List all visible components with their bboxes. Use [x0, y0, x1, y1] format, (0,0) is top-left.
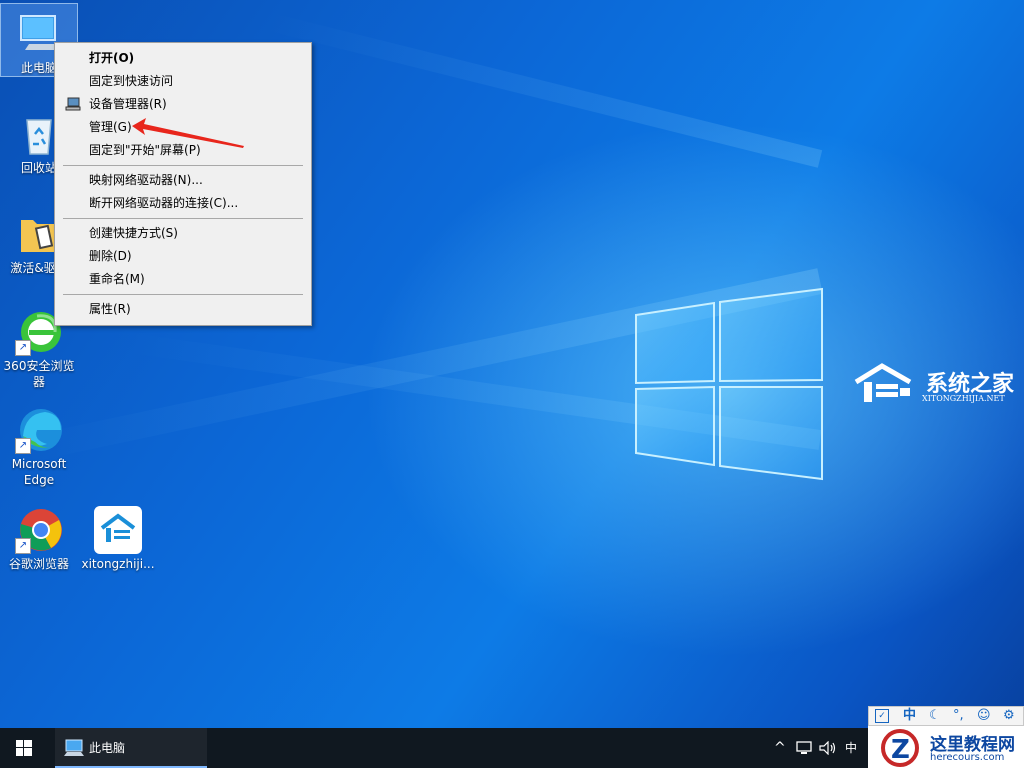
punctuation-icon: °,: [953, 708, 964, 723]
desktop-icon-label: xitongzhiji...: [81, 557, 155, 571]
desktop-icon-label: 360安全浏览器: [3, 359, 75, 389]
computer-icon: [64, 739, 84, 756]
moon-icon: ☾: [929, 708, 941, 723]
menu-item-label: 设备管理器(R): [89, 97, 167, 111]
shortcut-arrow-icon: ↗: [15, 538, 31, 554]
wallpaper-windows-logo: [635, 287, 823, 481]
menu-separator: [63, 218, 303, 219]
desktop-icon-edge[interactable]: ↗ Microsoft Edge: [1, 400, 77, 488]
edge-icon: ↗: [15, 406, 63, 454]
z-logo-icon: Z: [881, 729, 919, 767]
house-logo-icon: [854, 363, 912, 402]
volume-icon[interactable]: [819, 741, 837, 755]
desktop-icon-xitongzhijia[interactable]: xitongzhiji...: [78, 500, 158, 572]
menu-item-map-drive[interactable]: 映射网络驱动器(N)...: [55, 169, 311, 191]
ime-indicator[interactable]: 中: [845, 728, 861, 768]
menu-item-open[interactable]: 打开(O): [55, 47, 311, 69]
menu-item-device-manager[interactable]: 设备管理器(R): [55, 93, 311, 115]
menu-item-rename[interactable]: 重命名(M): [55, 268, 311, 290]
chrome-icon: ↗: [15, 506, 63, 554]
ime-logo-icon: ✓: [875, 709, 889, 723]
user-icon: ☺: [977, 708, 991, 723]
tray-chevron-icon[interactable]: ^: [774, 728, 788, 768]
shortcut-arrow-icon: ↗: [15, 340, 31, 356]
svg-text:Z: Z: [891, 735, 910, 765]
ime-mode: 中: [903, 708, 917, 723]
shortcut-arrow-icon: ↗: [15, 438, 31, 454]
windows-logo-icon: [16, 740, 32, 756]
desktop-icon-label: 谷歌浏览器: [8, 557, 69, 571]
logo-subtitle: XITONGZHIJIA.NET: [922, 394, 1005, 403]
menu-separator: [63, 294, 303, 295]
start-button[interactable]: [0, 728, 48, 768]
context-menu: 打开(O) 固定到快速访问 设备管理器(R) 管理(G) 固定到"开始"屏幕(P…: [54, 42, 312, 326]
ime-toolbar: ✓ 中 ☾ °, ☺ ⚙: [868, 706, 1024, 726]
watermark-url: herecours.com: [930, 752, 1005, 763]
menu-item-pin-quick-access[interactable]: 固定到快速访问: [55, 70, 311, 92]
device-manager-icon: [65, 97, 81, 111]
menu-item-properties[interactable]: 属性(R): [55, 298, 311, 320]
desktop-icon-chrome[interactable]: ↗ 谷歌浏览器: [1, 500, 77, 572]
menu-item-disconnect-drive[interactable]: 断开网络驱动器的连接(C)...: [55, 192, 311, 214]
taskbar-window-this-pc[interactable]: 此电脑: [55, 728, 207, 768]
menu-item-delete[interactable]: 删除(D): [55, 245, 311, 267]
menu-item-create-shortcut[interactable]: 创建快捷方式(S): [55, 222, 311, 244]
desktop-icon-label: Microsoft Edge: [11, 457, 67, 487]
taskbar-window-label: 此电脑: [89, 741, 126, 755]
corner-watermark: ✓ 中 ☾ °, ☺ ⚙ Z 这里教程网 herecours.com: [868, 706, 1024, 768]
network-icon[interactable]: [796, 741, 812, 755]
watermark-banner: Z 这里教程网 herecours.com: [868, 726, 1024, 768]
xitongzhijia-app-icon: [94, 506, 142, 554]
menu-separator: [63, 165, 303, 166]
red-annotation-arrow: [132, 118, 244, 148]
settings-icon: ⚙: [1003, 708, 1015, 723]
